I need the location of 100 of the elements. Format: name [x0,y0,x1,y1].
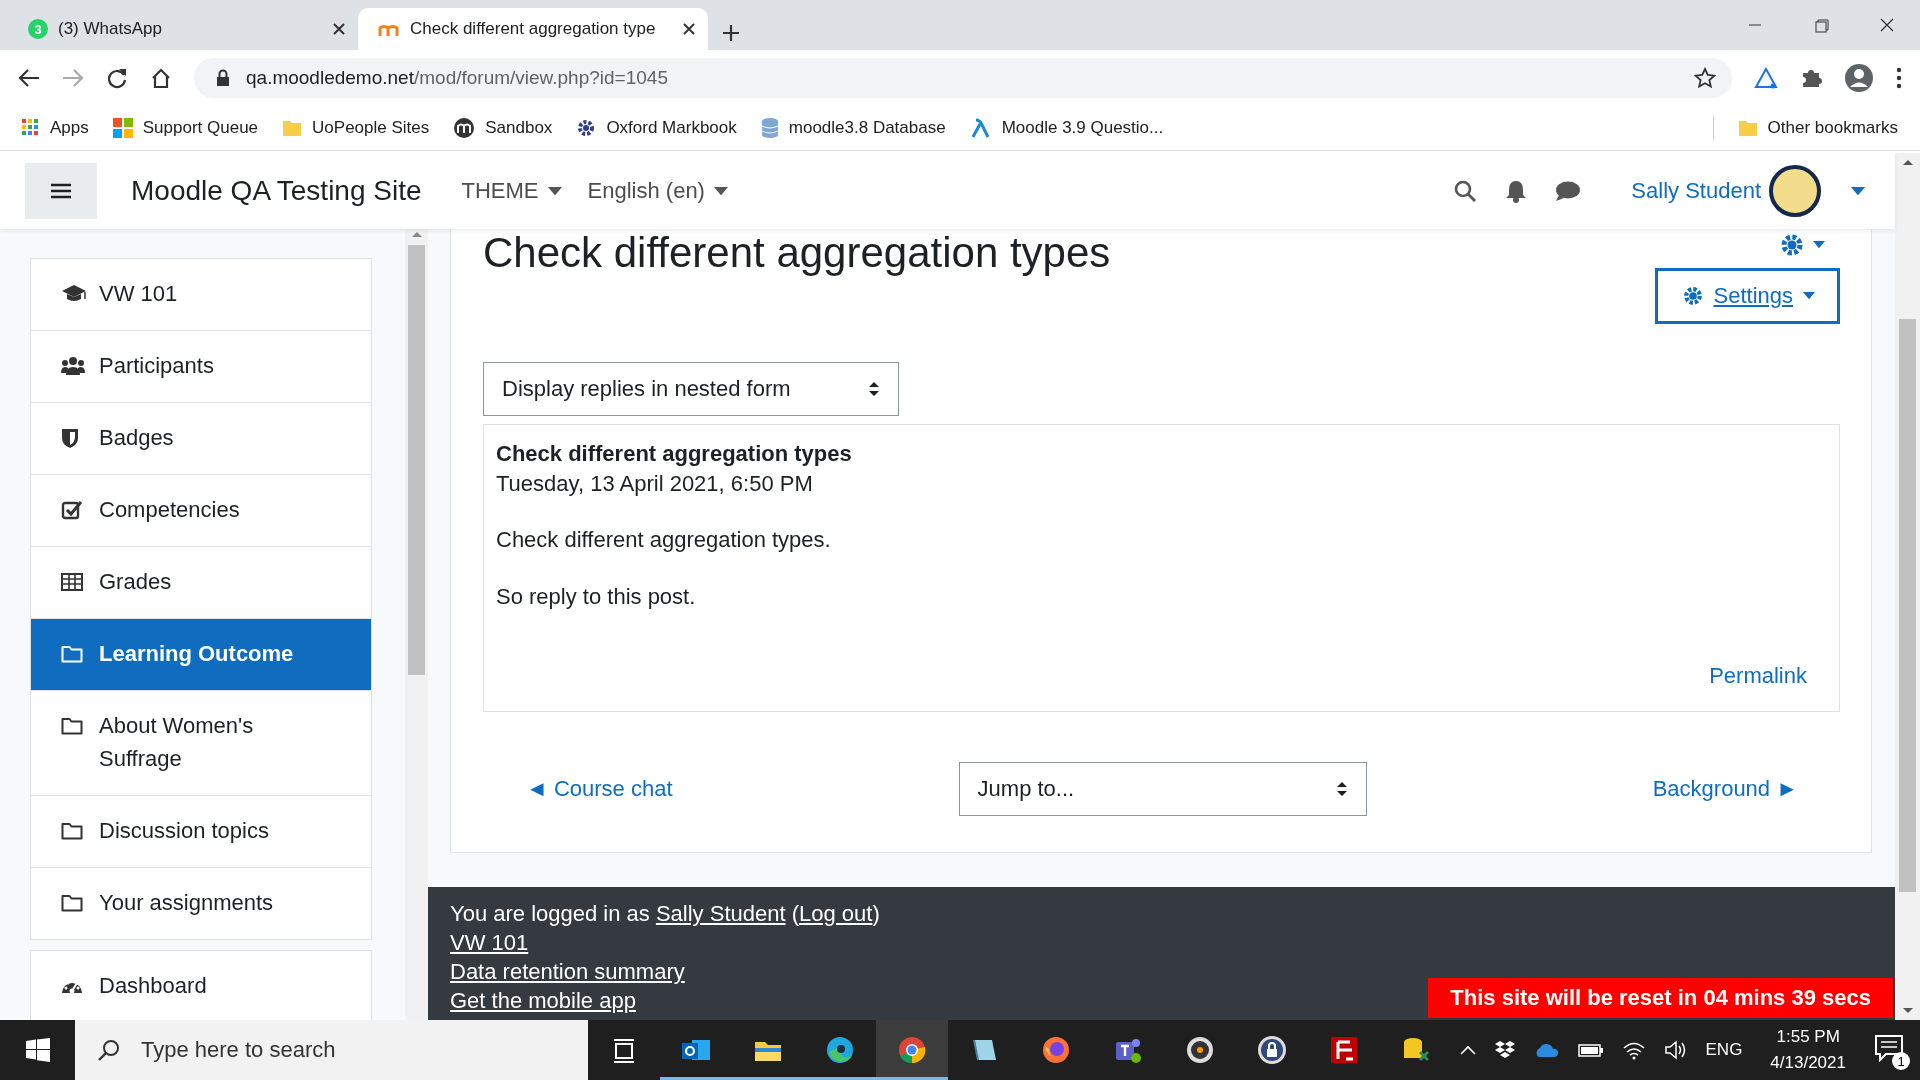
folder-icon [61,645,83,663]
avatar[interactable] [1769,165,1821,217]
windows-logo-icon [25,1038,50,1062]
nav-item[interactable]: Participants [31,331,371,403]
language-indicator[interactable]: ENG [1705,1040,1743,1060]
chevron-up-icon[interactable] [1459,1045,1476,1055]
gear-icon [576,117,597,138]
gear-icon[interactable] [1779,232,1805,258]
footer-link[interactable]: VW 101 [450,930,529,955]
post-text: Check different aggregation types. [496,526,832,554]
footer-link[interactable]: Data retention summary [450,959,685,984]
folder-icon [282,118,303,137]
wifi-icon[interactable] [1621,1040,1646,1060]
bookmark[interactable]: moodle3.8 Database [760,116,946,139]
edge-app-icon [824,1034,856,1066]
menu-toggle-button[interactable] [25,163,97,219]
scrollbar[interactable] [1895,153,1920,1020]
caret-icon [1851,186,1865,196]
scrollbar[interactable] [405,229,428,1020]
caret-icon [1813,241,1825,249]
address-bar[interactable]: qa.moodledemo.net/mod/forum/view.php?id=1045 [194,57,1732,98]
nav-item[interactable]: Competencies [31,475,371,547]
dropbox-icon[interactable] [1493,1040,1516,1060]
post-date: Tuesday, 13 April 2021, 6:50 PM [496,470,814,498]
bookmark[interactable]: Sandbox [453,116,553,139]
bookmark[interactable]: Support Queue [112,117,259,138]
clock-time[interactable]: 1:55 PM [1776,1024,1840,1050]
previous-activity-link[interactable]: ◄ Course chat [526,776,673,802]
close-icon[interactable] [332,22,346,36]
shield-icon [61,427,79,449]
nav-item[interactable]: Learning Outcome [31,619,371,691]
chat-bubble-icon[interactable] [1555,180,1582,202]
lock-app-icon [1256,1034,1288,1066]
nav-item[interactable]: Your assignments [31,868,371,939]
speaker-icon[interactable] [1663,1040,1688,1060]
graduation-cap-icon [61,284,87,304]
database-icon [760,116,779,139]
menu-icon[interactable] [1896,66,1902,89]
browser-tab[interactable]: 3 (3) WhatsApp [8,8,358,50]
nav-item[interactable]: About Women's Suffrage [31,691,371,796]
firefox-app-icon [1040,1034,1072,1066]
post-subject: Check different aggregation types [496,440,853,468]
url-text: qa.moodledemo.net/mod/forum/view.php?id=1045 [246,66,669,89]
header-menu[interactable]: THEME [461,178,562,204]
apps-grid-icon [22,118,40,137]
reload-icon[interactable] [106,66,128,89]
lambda-icon [969,117,992,138]
next-activity-link[interactable]: Background ► [1652,776,1798,802]
disc-app-icon [1184,1034,1216,1066]
bookmark[interactable]: Other bookmarks [1737,117,1898,138]
sort-arrows-icon [868,381,880,397]
clock-date[interactable]: 4/13/2021 [1770,1050,1846,1076]
checkbox-icon [61,499,83,521]
users-icon [61,356,85,376]
search-icon [97,1038,121,1062]
footer-link[interactable]: Sally Student [655,901,786,926]
triangle-extension-icon[interactable] [1754,66,1778,89]
profile-icon[interactable] [1844,62,1874,93]
settings-button[interactable]: Settings [1654,268,1840,324]
header-menu[interactable]: English (en) [587,178,728,204]
bookmark[interactable]: Oxford Markbook [576,117,737,138]
user-name[interactable]: Sally Student [1631,178,1761,204]
nav-item[interactable]: Dashboard [31,951,371,1020]
bookmark[interactable]: UoPeople Sites [282,117,430,138]
site-name[interactable]: Moodle QA Testing Site [131,175,422,207]
home-icon[interactable] [150,66,172,89]
search-field[interactable]: Type here to search [75,1020,588,1080]
display-mode-select[interactable]: Display replies in nested form [483,362,899,416]
login-info-text: You are logged in as Sally Student (Log out) [450,900,880,928]
lock-icon [216,68,230,87]
permalink-link[interactable]: Permalink [1709,663,1807,689]
chrome-app-icon [896,1034,928,1066]
gear-icon [1681,285,1704,307]
filezilla-app-icon [1328,1034,1360,1066]
caret-icon [547,186,562,196]
taskbar-app[interactable] [876,1020,948,1080]
bookmark[interactable]: Apps [22,117,89,138]
close-icon[interactable] [682,22,696,36]
star-icon[interactable] [1694,66,1716,89]
whatsapp-badge-icon: 3 [28,19,48,39]
caret-icon [713,186,728,196]
nav-item[interactable]: VW 101 [31,259,371,331]
bookmark[interactable]: Moodle 3.9 Questio... [969,117,1164,138]
nav-item[interactable]: Badges [31,403,371,475]
table-icon [61,573,83,591]
back-icon[interactable] [18,67,40,88]
search-icon[interactable] [1453,179,1478,203]
notification-count: 1 [1892,1052,1910,1070]
browser-tab[interactable]: Check different aggregation type [358,8,708,50]
reset-notice: This site will be reset in 04 mins 39 secs [1428,978,1893,1018]
windows-logo-icon [112,117,133,138]
jump-to-select[interactable]: Jump to... [958,762,1367,816]
battery-icon[interactable] [1577,1042,1604,1058]
sort-arrows-icon [1335,781,1348,797]
folder-icon [1737,118,1758,137]
page-title: Check different aggregation types [483,229,1112,275]
footer-link[interactable]: Get the mobile app [450,988,636,1013]
nav-item[interactable]: Discussion topics [31,796,371,868]
new-tab-icon[interactable] [722,24,740,42]
bell-icon[interactable] [1505,179,1528,203]
